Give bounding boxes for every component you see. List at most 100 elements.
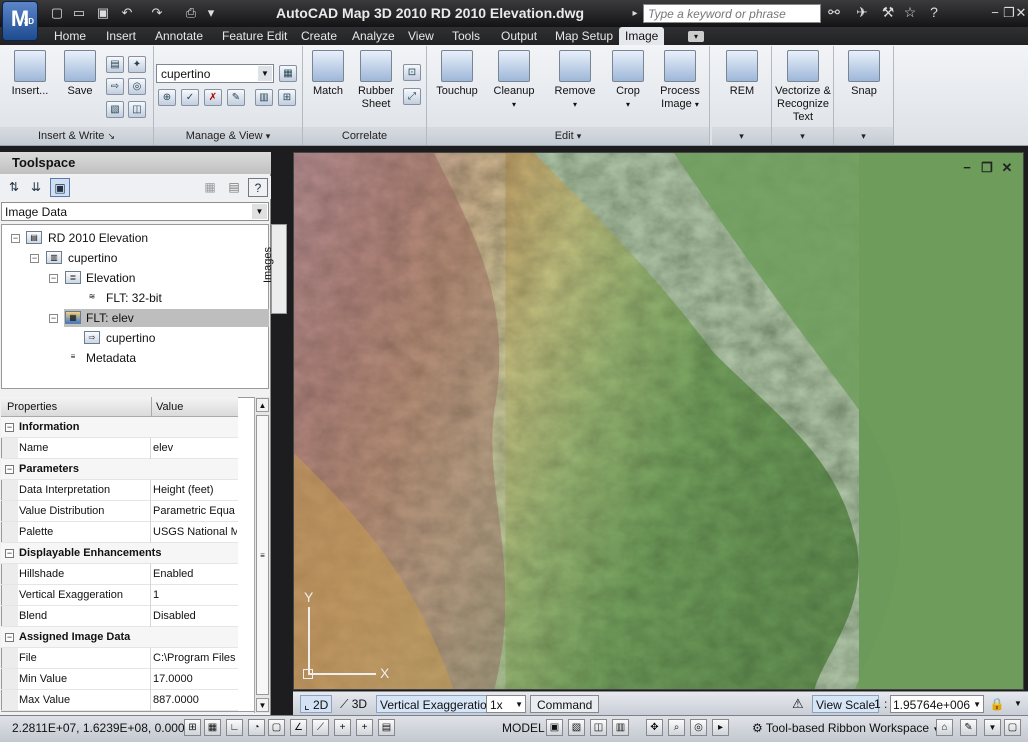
property-category[interactable]: − Displayable Enhancements [1, 543, 238, 564]
match-button[interactable]: Match [309, 50, 347, 98]
tab-analyze[interactable]: Analyze [346, 27, 401, 45]
print-icon[interactable]: ⎙ [182, 5, 200, 21]
layout-icon[interactable]: ▧ [568, 719, 585, 736]
view-2d-button[interactable]: ⌞ 2D [300, 695, 333, 713]
property-row[interactable]: File C:\Program Files [1, 648, 238, 669]
tree-item-cupertino-image[interactable]: cupertino [106, 329, 155, 347]
cleanup-button[interactable]: Cleanup ▾ [489, 50, 539, 111]
new-icon[interactable]: ▢ [48, 5, 66, 21]
property-category[interactable]: − Assigned Image Data [1, 627, 238, 648]
dyn-icon[interactable]: + [334, 719, 351, 736]
property-row[interactable]: Min Value 17.0000 [1, 669, 238, 690]
view-scale-select[interactable]: 1.95764e+006 ▼ [890, 695, 984, 713]
snap-button[interactable]: Snap [844, 50, 884, 98]
image-embed-icon[interactable]: ▧ [106, 101, 124, 118]
toolbar-lock-icon[interactable]: ⌂ [936, 719, 953, 736]
chevron-down-icon[interactable]: ▼ [1012, 695, 1024, 713]
communication-icon[interactable]: ⚒ [878, 4, 898, 21]
check-image-icon[interactable]: ✓ [181, 89, 199, 106]
property-scrollbar[interactable]: ▲ ≡ ▼ [254, 397, 270, 713]
collapse-icon[interactable]: − [30, 254, 39, 263]
chevron-down-icon[interactable]: ▾ [834, 127, 893, 145]
property-row[interactable]: Name elev [1, 438, 238, 459]
tab-insert[interactable]: Insert [100, 27, 142, 45]
tab-create[interactable]: Create [295, 27, 343, 45]
quick-view-layouts-icon[interactable]: ◫ [590, 719, 607, 736]
tree-item-flt-elev[interactable]: FLT: elev [86, 309, 134, 327]
property-row[interactable]: Blend Disabled [1, 606, 238, 627]
property-value[interactable]: Disabled [153, 606, 237, 627]
model-space-toggle[interactable]: MODEL [502, 719, 545, 737]
zoom-image-icon[interactable]: ⊕ [158, 89, 176, 106]
help-icon[interactable]: ? [924, 4, 944, 20]
tree-item-flt-32bit[interactable]: FLT: 32-bit [106, 289, 162, 307]
workspace-switch[interactable]: ⚙ Tool-based Ribbon Workspace ▼ [752, 719, 940, 737]
vertical-exaggeration-select[interactable]: 1x ▼ [486, 695, 526, 713]
coordinate-readout[interactable]: 2.2811E+07, 1.6239E+08, 0.0000 [12, 719, 191, 737]
image-manager-icon[interactable]: ▦ [279, 65, 297, 82]
map-viewport[interactable]: Y X [293, 152, 1024, 690]
list-view-icon[interactable]: ▤ [224, 178, 244, 197]
open-icon[interactable]: ▭ [70, 5, 88, 21]
edit-image-icon[interactable]: ✎ [227, 89, 245, 106]
touchup-button[interactable]: Touchup [431, 50, 483, 98]
search-expand-icon[interactable]: ▸ [628, 5, 642, 22]
rem-button[interactable]: REM [718, 50, 766, 98]
tree-item-rd-2010-elevation[interactable]: RD 2010 Elevation [48, 229, 148, 247]
panel-launcher-icon[interactable]: ↘ [107, 131, 115, 141]
property-value[interactable]: elev [153, 438, 237, 459]
correlate-set-icon[interactable]: ⤢ [403, 88, 421, 105]
satellite-icon[interactable]: ✈ [852, 4, 872, 21]
property-value[interactable]: Enabled [153, 564, 237, 585]
collapse-icon[interactable]: − [49, 314, 58, 323]
scroll-thumb[interactable]: ≡ [256, 415, 269, 695]
property-value[interactable]: C:\Program Files [153, 648, 237, 669]
collapse-icon[interactable]: − [5, 549, 14, 558]
property-row[interactable]: Value Distribution Parametric Equa [1, 501, 238, 522]
image-layer-icon[interactable]: ▥ [255, 89, 273, 106]
image-new-icon[interactable]: ✦ [128, 56, 146, 73]
search-input[interactable]: Type a keyword or phrase [643, 4, 821, 23]
hardware-acceleration-icon[interactable]: ✎ [960, 719, 977, 736]
sort-icon[interactable]: ⇅ [4, 178, 24, 197]
property-value[interactable]: 1 [153, 585, 237, 606]
collapse-icon[interactable]: − [49, 274, 58, 283]
undo-icon[interactable]: ↶ [118, 5, 136, 21]
property-value[interactable]: 17.0000 [153, 669, 237, 690]
status-menu-icon[interactable]: ▼ [984, 719, 1001, 736]
image-select-dropdown[interactable]: cupertino ▼ [156, 64, 274, 83]
collapse-icon[interactable]: − [5, 423, 14, 432]
command-button[interactable]: Command [530, 695, 600, 713]
property-category[interactable]: − Information [1, 417, 238, 438]
tab-tools[interactable]: Tools [446, 27, 486, 45]
insert-button[interactable]: Insert... [6, 50, 54, 98]
tab-home[interactable]: Home [48, 27, 92, 45]
property-value[interactable]: Parametric Equa [153, 501, 237, 522]
polar-icon[interactable]: ◔ [248, 719, 265, 736]
scroll-up-icon[interactable]: ▲ [256, 398, 269, 412]
process-image-button[interactable]: Process Image ▾ [653, 50, 707, 111]
image-data-icon[interactable]: ▣ [50, 178, 70, 197]
image-export-icon[interactable]: ⇨ [106, 78, 124, 95]
crop-button[interactable]: Crop ▾ [609, 50, 647, 111]
minimize-icon[interactable]: − [988, 5, 1002, 20]
tree-item-metadata[interactable]: Metadata [86, 349, 136, 367]
save-image-button[interactable]: Save [60, 50, 100, 98]
tab-view[interactable]: View [402, 27, 440, 45]
property-row[interactable]: Vertical Exaggeration 1 [1, 585, 238, 606]
application-menu-button[interactable]: M 3D [2, 1, 38, 41]
quick-view-drawings-icon[interactable]: ▥ [612, 719, 629, 736]
correlate-source-icon[interactable]: ⊡ [403, 64, 421, 81]
lock-icon[interactable]: 🔒 [988, 695, 1006, 713]
chevron-down-icon[interactable]: ▾ [266, 131, 271, 141]
close-icon[interactable]: ✕ [1014, 5, 1028, 21]
property-row[interactable]: Palette USGS National M [1, 522, 238, 543]
pan-icon[interactable]: ✥ [646, 719, 663, 736]
favorites-star-icon[interactable]: ☆ [900, 4, 920, 21]
toolspace-view-select[interactable]: Image Data ▼ [1, 202, 269, 221]
zoom-icon[interactable]: ⌕ [668, 719, 685, 736]
help-icon[interactable]: ? [248, 178, 268, 197]
map-restore-icon[interactable]: ❐ [980, 160, 994, 176]
tree-item-elevation[interactable]: Elevation [86, 269, 135, 287]
warning-icon[interactable]: ⚠ [792, 695, 804, 713]
